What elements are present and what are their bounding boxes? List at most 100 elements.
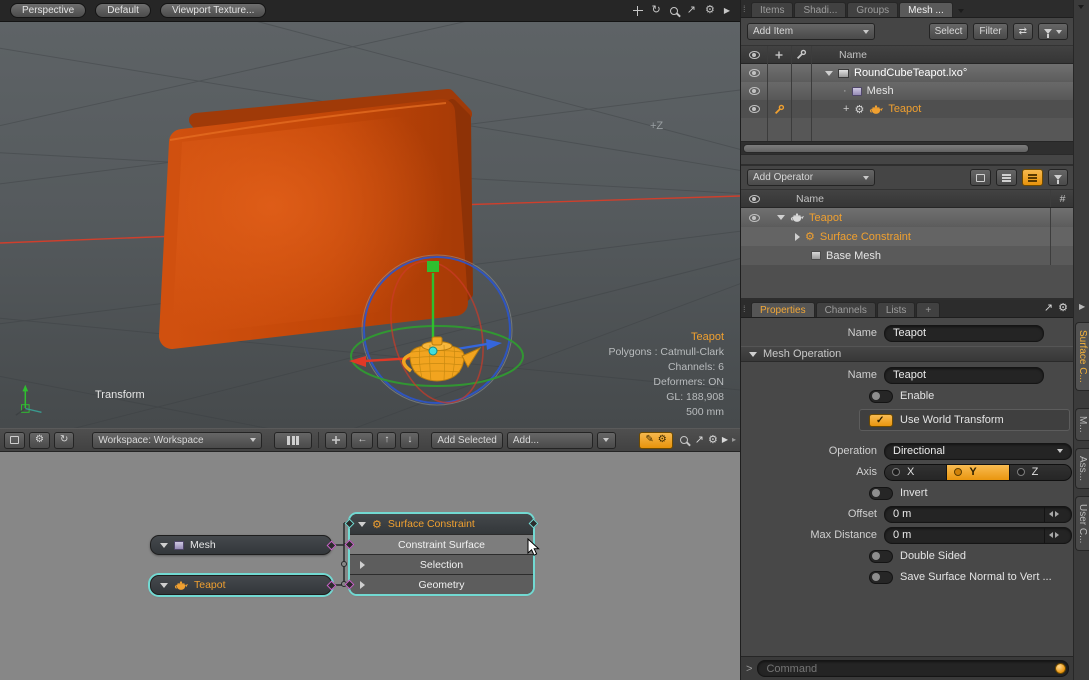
- filter-button[interactable]: Filter: [973, 23, 1007, 40]
- spinner-right-icon[interactable]: [1055, 511, 1059, 517]
- expand-triangle-icon[interactable]: [358, 522, 366, 527]
- add-button[interactable]: Add...: [507, 432, 593, 449]
- gizmo-center-handle[interactable]: [429, 347, 437, 355]
- rotate-view-icon[interactable]: ↻: [652, 5, 661, 16]
- eye-icon[interactable]: [749, 105, 760, 113]
- move-down-button[interactable]: ↓: [400, 432, 419, 449]
- collapsed-triangle-icon[interactable]: [795, 233, 800, 241]
- add-selected-button[interactable]: Add Selected: [431, 432, 503, 449]
- link-nodes-button[interactable]: [325, 432, 347, 449]
- expand-triangle-icon[interactable]: [160, 543, 168, 548]
- item-name-field[interactable]: [884, 325, 1044, 342]
- spinner-right-icon[interactable]: [1055, 532, 1059, 538]
- value-spinner[interactable]: [1044, 507, 1063, 522]
- add-dropdown-button[interactable]: [597, 432, 616, 449]
- teapot-deformer-item[interactable]: [404, 337, 480, 381]
- filter-funnel-button[interactable]: [1038, 23, 1068, 40]
- side-tab-surface-constraint[interactable]: Surface C...: [1075, 322, 1089, 391]
- tab-channels[interactable]: Channels: [816, 302, 876, 317]
- mesh-operation-section-header[interactable]: Mesh Operation: [741, 346, 1074, 362]
- round-cube-mesh[interactable]: [170, 96, 468, 336]
- surface-constraint-node[interactable]: ⚙ Surface Constraint Constraint Surface …: [350, 514, 533, 594]
- side-tab-user-channels[interactable]: User C...: [1075, 496, 1089, 551]
- tab-shading[interactable]: Shadi...: [794, 2, 846, 17]
- shading-default-button[interactable]: Default: [95, 3, 151, 18]
- tab-add[interactable]: +: [916, 302, 940, 317]
- operator-name-input[interactable]: [893, 369, 1035, 381]
- overlay-edit-toggle[interactable]: ✎⚙: [639, 432, 672, 449]
- spinner-left-icon[interactable]: [1049, 511, 1053, 517]
- add-item-dropdown[interactable]: Add Item: [747, 23, 875, 40]
- zoom-view-icon[interactable]: [670, 7, 678, 15]
- tab-groups[interactable]: Groups: [847, 2, 898, 17]
- thumbnail-view-button[interactable]: [274, 432, 312, 449]
- eye-icon[interactable]: [749, 214, 760, 222]
- schematic-canvas[interactable]: Mesh Teapot ⚙ Surface Constraint Const: [0, 452, 740, 680]
- expand-triangle-icon[interactable]: [749, 352, 757, 357]
- render-column-icon[interactable]: [776, 51, 783, 58]
- panel-grip[interactable]: ⁞: [743, 4, 745, 14]
- item-label[interactable]: Mesh: [867, 85, 894, 97]
- invert-checkbox[interactable]: [869, 487, 893, 500]
- viewport-options-gear-icon[interactable]: ⚙: [705, 5, 715, 16]
- teapot-node[interactable]: Teapot: [150, 575, 332, 595]
- side-tab-m[interactable]: M...: [1075, 408, 1089, 441]
- geometry-row[interactable]: Geometry: [350, 574, 533, 594]
- offset-value[interactable]: 0 m: [893, 508, 911, 520]
- collapsed-triangle-icon[interactable]: [360, 581, 365, 589]
- operator-label[interactable]: Teapot: [809, 212, 842, 224]
- move-up-button[interactable]: ↑: [377, 432, 396, 449]
- name-column-header[interactable]: Name: [767, 193, 824, 205]
- select-button[interactable]: Select: [929, 23, 969, 40]
- add-operator-dropdown[interactable]: Add Operator: [747, 169, 875, 186]
- command-input[interactable]: [766, 663, 1050, 675]
- axis-x-option[interactable]: X: [885, 465, 947, 480]
- operator-list-empty-area[interactable]: [741, 265, 1074, 300]
- list-view-button[interactable]: [996, 169, 1017, 186]
- selection-row[interactable]: Selection: [350, 554, 533, 574]
- viewport-texture-button[interactable]: Viewport Texture...: [160, 3, 266, 18]
- panel-gear-icon[interactable]: ⚙: [1058, 303, 1068, 314]
- enable-checkbox[interactable]: [869, 390, 893, 403]
- spinner-left-icon[interactable]: [1049, 532, 1053, 538]
- item-name-input[interactable]: [893, 327, 1035, 339]
- value-spinner[interactable]: [1044, 528, 1063, 543]
- axis-y-option[interactable]: Y: [947, 465, 1009, 480]
- item-label[interactable]: RoundCubeTeapot.lxo°: [854, 67, 967, 79]
- align-left-button[interactable]: ←: [351, 432, 373, 449]
- double-sided-checkbox[interactable]: [869, 550, 893, 563]
- maximize-panel-icon[interactable]: ↗: [1044, 303, 1053, 314]
- tab-items[interactable]: Items: [751, 2, 793, 17]
- node-header[interactable]: ⚙ Surface Constraint: [350, 514, 533, 534]
- pan-view-icon[interactable]: [633, 6, 643, 16]
- schematic-panel-arrow-icon[interactable]: ▶: [722, 436, 728, 444]
- mesh-node[interactable]: Mesh: [150, 535, 332, 555]
- move-y-cap[interactable]: [427, 261, 439, 272]
- workspace-new-button[interactable]: [4, 432, 25, 449]
- operator-row-surface-constraint[interactable]: ⚙ Surface Constraint: [741, 227, 1074, 246]
- item-list-hscrollbar[interactable]: [741, 141, 1074, 154]
- expand-triangle-icon[interactable]: [777, 215, 785, 220]
- collapsed-triangle-icon[interactable]: [360, 561, 365, 569]
- operator-name-field[interactable]: [884, 367, 1044, 384]
- properties-panel-arrow-icon[interactable]: ▶: [1079, 303, 1085, 311]
- perspective-button[interactable]: Perspective: [10, 3, 86, 18]
- operator-row-base-mesh[interactable]: Base Mesh: [741, 246, 1074, 265]
- schematic-options-gear-icon[interactable]: ⚙: [708, 435, 718, 446]
- expand-triangle-icon[interactable]: [160, 583, 168, 588]
- setup-column-wrench-icon[interactable]: [796, 49, 807, 60]
- eye-icon[interactable]: [749, 87, 760, 95]
- command-history-button[interactable]: [1055, 663, 1066, 674]
- workspace-dropdown[interactable]: Workspace: Workspace: [92, 432, 262, 449]
- offset-field[interactable]: 0 m: [884, 506, 1072, 523]
- operation-dropdown[interactable]: Directional: [884, 443, 1072, 460]
- max-distance-field[interactable]: 0 m: [884, 527, 1072, 544]
- operator-filter-button[interactable]: [1048, 169, 1068, 186]
- constraint-surface-row[interactable]: Constraint Surface: [350, 534, 533, 554]
- viewport-3d[interactable]: Perspective Default Viewport Texture... …: [0, 0, 740, 428]
- use-world-transform-checkbox[interactable]: [869, 414, 893, 427]
- blank-view-button[interactable]: [970, 169, 991, 186]
- max-distance-value[interactable]: 0 m: [893, 529, 911, 541]
- maximize-viewport-icon[interactable]: ↗: [687, 5, 696, 16]
- scrollbar-thumb[interactable]: [743, 144, 1029, 153]
